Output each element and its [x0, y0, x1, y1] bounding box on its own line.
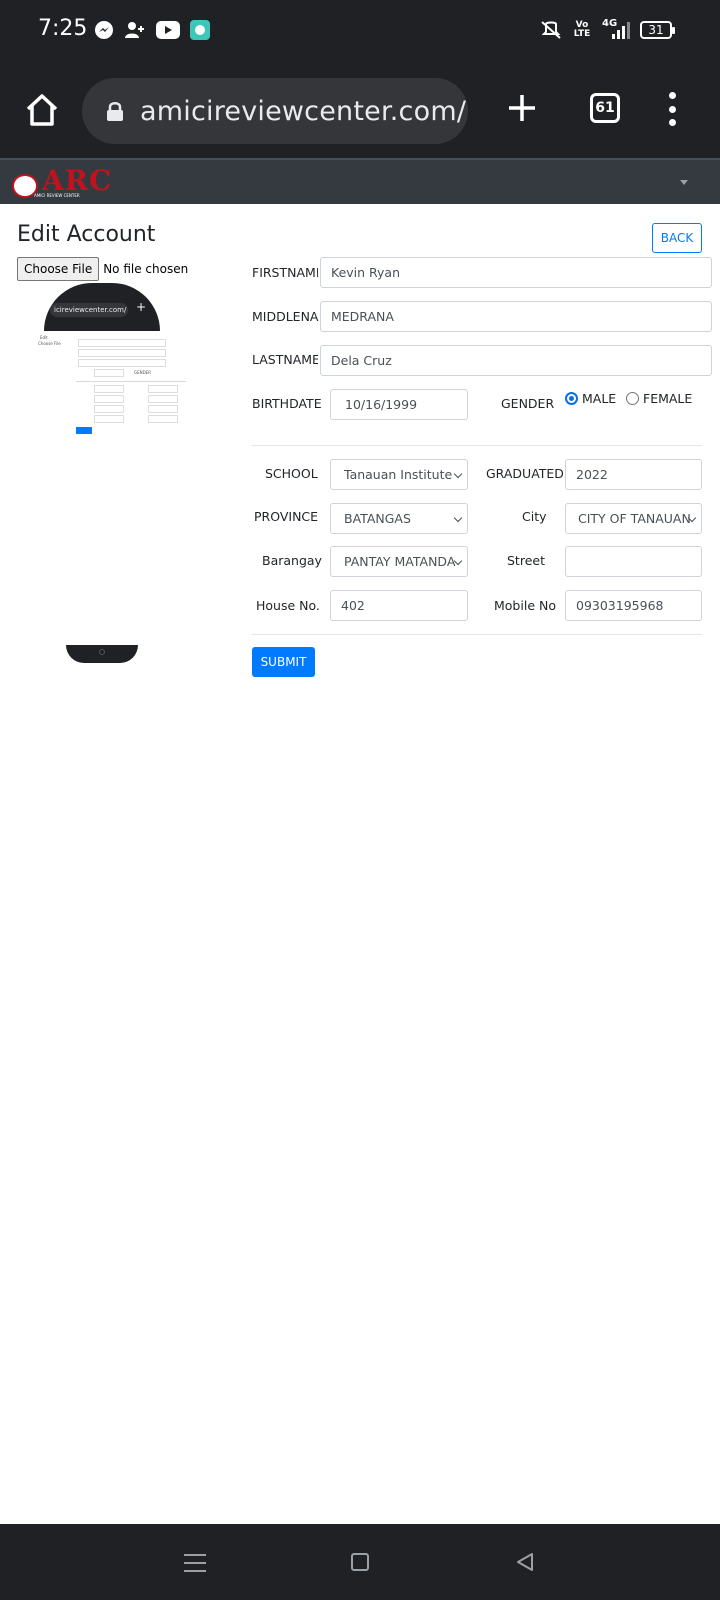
add-contact-icon [124, 20, 146, 40]
gender-male-radio[interactable] [565, 392, 578, 405]
photo-plus-icon: + [136, 300, 147, 314]
photo-phone-bottom [66, 645, 138, 663]
site-navbar: ARC AMICI REVIEW CENTER [0, 158, 720, 204]
file-status: No file chosen [103, 262, 189, 276]
house-no-input[interactable]: 402 [330, 590, 468, 621]
logo-tagline: AMICI REVIEW CENTER [34, 193, 80, 198]
school-value: Tanauan Institute [344, 467, 453, 482]
mobile-no-label: Mobile No [494, 598, 556, 613]
new-tab-button[interactable] [504, 88, 540, 128]
birthdate-label: BIRTHDATE [252, 396, 322, 411]
gender-female-radio[interactable] [626, 392, 639, 405]
nav-dropdown-toggle[interactable] [680, 180, 688, 185]
photo-home-icon [99, 649, 105, 655]
gender-label: GENDER [501, 396, 555, 411]
page-title: Edit Account [17, 222, 156, 247]
photo-url-text: icireviewcenter.com/ [50, 303, 128, 317]
back-triangle-icon [517, 1553, 533, 1571]
menu-dot-icon [668, 105, 676, 113]
menu-dot-icon [668, 119, 676, 126]
recents-line-icon [184, 1554, 206, 1556]
tab-switcher-button[interactable]: 61 [590, 93, 620, 123]
recents-line-icon [184, 1570, 206, 1572]
status-time: 7:25 [38, 16, 88, 41]
menu-dot-icon [668, 92, 676, 99]
city-label: City [522, 509, 547, 524]
chevron-down-icon [453, 469, 463, 479]
city-select[interactable]: CITY OF TANAUAN [565, 503, 702, 534]
barangay-select[interactable]: PANTAY MATANDA [330, 546, 468, 577]
school-select[interactable]: Tanauan Institute [330, 459, 468, 490]
browser-menu-button[interactable] [664, 92, 680, 126]
battery-icon: 31 [640, 21, 675, 39]
4g-signal-icon: 4G [600, 18, 630, 40]
system-nav-bar [0, 1524, 720, 1600]
chat-bubble-icon [190, 20, 210, 40]
graduated-label: GRADUATED [486, 466, 564, 481]
volte-icon: Vo LTE [573, 20, 591, 39]
profile-photo: icireviewcenter.com/ + Edit Choose File … [30, 283, 205, 663]
file-upload: Choose File No file chosen [17, 257, 188, 281]
photo-browser-bar: icireviewcenter.com/ + [44, 283, 160, 331]
site-logo[interactable]: ARC AMICI REVIEW CENTER [12, 164, 130, 200]
mobile-no-input[interactable]: 09303195968 [565, 590, 702, 621]
back-button[interactable]: BACK [652, 223, 702, 253]
form-divider [252, 634, 702, 635]
photo-screenshot-content: Edit Choose File GENDER [36, 335, 186, 435]
section-divider [252, 445, 702, 446]
status-bar: 7:25 Vo LTE 4G 31 [0, 0, 720, 64]
middlename-input[interactable]: MEDRANA [320, 301, 712, 332]
messenger-icon [94, 20, 114, 40]
school-label: SCHOOL [265, 466, 318, 481]
gender-female-label: FEMALE [643, 391, 693, 406]
city-value: CITY OF TANAUAN [578, 511, 691, 526]
youtube-icon [156, 21, 180, 39]
recents-button[interactable] [184, 1554, 206, 1572]
province-label: PROVINCE [254, 509, 319, 524]
barangay-label: Barangay [262, 553, 322, 568]
plus-icon [509, 95, 535, 121]
middlename-label: MIDDLENAME [252, 309, 319, 324]
submit-button[interactable]: SUBMIT [252, 647, 315, 677]
recents-line-icon [184, 1562, 206, 1564]
street-input[interactable] [565, 546, 702, 577]
choose-file-button[interactable]: Choose File [17, 257, 100, 281]
graduated-input[interactable]: 2022 [565, 459, 702, 490]
lock-icon [107, 102, 123, 121]
home-button[interactable] [22, 90, 62, 130]
address-bar[interactable]: amicireviewcenter.com/ [82, 78, 468, 144]
url-text: amicireviewcenter.com/ [140, 95, 467, 127]
browser-toolbar: amicireviewcenter.com/ 61 [0, 64, 720, 158]
notification-icons [94, 20, 210, 40]
mute-icon [538, 20, 564, 40]
barangay-value: PANTAY MATANDA [344, 554, 456, 569]
firstname-input[interactable]: Kevin Ryan [320, 257, 712, 288]
house-no-label: House No. [256, 598, 320, 613]
chevron-down-icon [453, 513, 463, 523]
firstname-label: FIRSTNAME [252, 265, 318, 280]
province-select[interactable]: BATANGAS [330, 503, 468, 534]
birthdate-input[interactable]: 10/16/1999 [330, 389, 468, 420]
gender-male-label: MALE [582, 391, 617, 406]
province-value: BATANGAS [344, 511, 411, 526]
system-back-button[interactable] [514, 1551, 536, 1573]
street-label: Street [507, 553, 545, 568]
home-icon [26, 94, 58, 126]
system-home-button[interactable] [351, 1553, 369, 1571]
lastname-label: LASTNAME [252, 352, 318, 367]
system-icons: Vo LTE 4G 31 [538, 18, 675, 40]
lastname-input[interactable]: Dela Cruz [320, 345, 712, 376]
